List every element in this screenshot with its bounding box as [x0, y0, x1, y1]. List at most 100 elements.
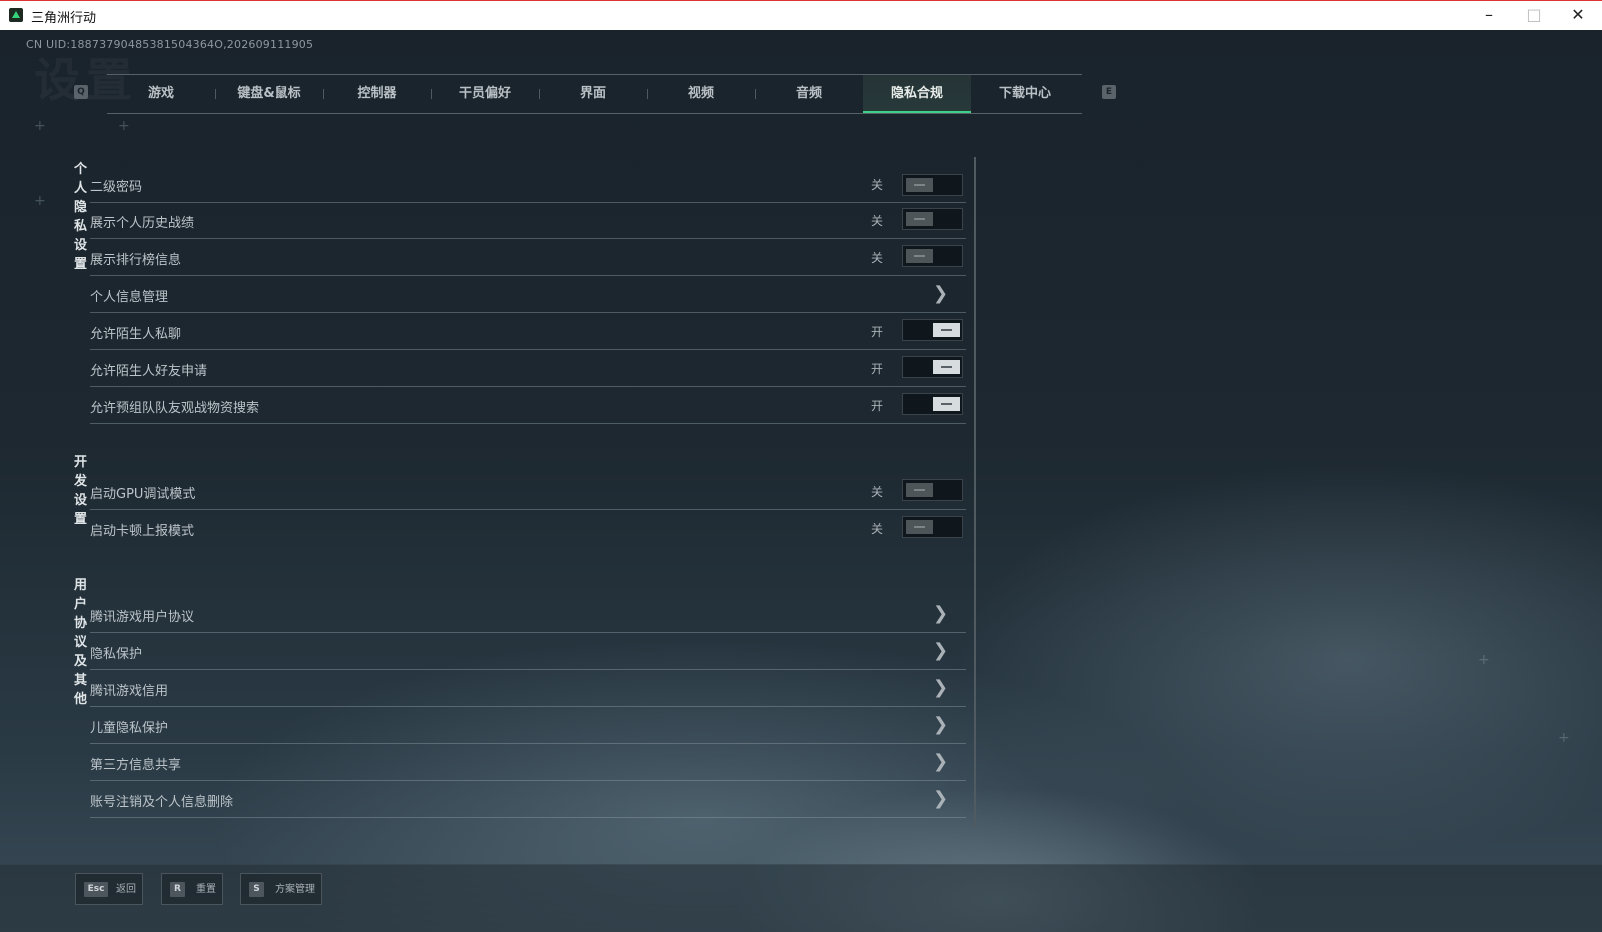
- tab-next-key[interactable]: E: [1102, 85, 1116, 99]
- toggle-knob: [906, 520, 933, 534]
- tab-prev-key[interactable]: Q: [74, 85, 88, 99]
- decor-cross-icon: +: [1558, 730, 1570, 746]
- setting-label: 腾讯游戏用户协议: [90, 610, 195, 625]
- toggle-switch[interactable]: [902, 174, 963, 196]
- minimize-button[interactable]: –: [1478, 5, 1500, 27]
- setting-label: 个人信息管理: [90, 290, 169, 305]
- toggle-switch[interactable]: [902, 319, 963, 341]
- toggle-state-label: 关: [871, 251, 884, 265]
- setting-label: 允许陌生人私聊: [90, 327, 182, 342]
- back-label: 返回: [116, 884, 136, 895]
- r-key-cap: R: [170, 882, 185, 897]
- chevron-right-icon: ❯: [933, 283, 949, 304]
- setting-label: 腾讯游戏信用: [90, 684, 169, 699]
- app-logo-icon: [9, 8, 23, 22]
- toggle-switch[interactable]: [902, 356, 963, 378]
- toggle-knob: [906, 178, 933, 192]
- settings-screen: 设置 CN UID:18873790485381504364Ο,20260911…: [0, 30, 1602, 932]
- setting-label: 儿童隐私保护: [90, 721, 169, 736]
- window-titlebar: 三角洲行动 – □ ✕: [0, 0, 1602, 30]
- toggle-switch[interactable]: [902, 393, 963, 415]
- decor-cross-icon: +: [34, 193, 46, 209]
- chevron-right-icon: ❯: [933, 640, 949, 661]
- section-title-dev: 开发设置: [74, 455, 88, 527]
- toggle-state-label: 关: [871, 178, 884, 192]
- link-row-user-agreement[interactable]: 腾讯游戏用户协议 ❯: [90, 596, 966, 633]
- maximize-button[interactable]: □: [1523, 5, 1545, 27]
- reset-label: 重置: [196, 884, 216, 895]
- toggle-state-label: 开: [871, 325, 884, 339]
- toggle-switch[interactable]: [902, 516, 963, 538]
- setting-label: 启动GPU调试模式: [90, 487, 196, 502]
- toggle-state-label: 开: [871, 399, 884, 413]
- setting-label: 二级密码: [90, 180, 143, 195]
- footer-bar: Esc 返回 R 重置 S 方案管理: [0, 864, 1602, 932]
- toggle-knob: [906, 249, 933, 263]
- setting-label: 展示个人历史战绩: [90, 216, 195, 231]
- s-key-cap: S: [249, 882, 264, 897]
- link-row-account-deletion[interactable]: 账号注销及个人信息删除 ❯: [90, 781, 966, 818]
- chevron-right-icon: ❯: [933, 751, 949, 772]
- chevron-right-icon: ❯: [933, 603, 949, 624]
- setting-label: 启动卡顿上报模式: [90, 524, 195, 539]
- scrollbar[interactable]: [974, 157, 976, 827]
- setting-row-leaderboard[interactable]: 展示排行榜信息 关: [90, 239, 966, 276]
- toggle-switch[interactable]: [902, 479, 963, 501]
- setting-row-history-record[interactable]: 展示个人历史战绩 关: [90, 202, 966, 239]
- setting-row-personal-info[interactable]: 个人信息管理 ❯: [90, 276, 966, 313]
- uid-label: CN UID:18873790485381504364Ο,20260911190…: [26, 38, 314, 51]
- link-row-third-party-sharing[interactable]: 第三方信息共享 ❯: [90, 744, 966, 781]
- toggle-knob: [933, 397, 960, 411]
- tab-controller[interactable]: 控制器: [323, 75, 431, 113]
- close-button[interactable]: ✕: [1567, 5, 1589, 27]
- chevron-right-icon: ❯: [933, 788, 949, 809]
- setting-label: 允许预组队队友观战物资搜索: [90, 401, 260, 416]
- tab-operator-preference[interactable]: 干员偏好: [431, 75, 539, 113]
- setting-row-team-spectate[interactable]: 允许预组队队友观战物资搜索 开: [90, 387, 966, 424]
- decor-cross-icon: +: [118, 118, 130, 134]
- toggle-knob: [906, 212, 933, 226]
- toggle-state-label: 关: [871, 214, 884, 228]
- setting-row-stranger-chat[interactable]: 允许陌生人私聊 开: [90, 313, 966, 350]
- setting-label: 展示排行榜信息: [90, 253, 182, 268]
- scheme-manage-label: 方案管理: [275, 884, 315, 895]
- setting-label: 隐私保护: [90, 647, 143, 662]
- setting-row-gpu-debug[interactable]: 启动GPU调试模式 关: [90, 473, 966, 510]
- toggle-switch[interactable]: [902, 245, 963, 267]
- toggle-state-label: 关: [871, 522, 884, 536]
- tab-video[interactable]: 视频: [647, 75, 755, 113]
- chevron-right-icon: ❯: [933, 677, 949, 698]
- setting-row-secondary-password[interactable]: 二级密码 关: [90, 172, 966, 203]
- window-title: 三角洲行动: [31, 11, 97, 26]
- settings-tabbar: 游戏 键盘&鼠标 控制器 干员偏好 界面 视频 音频 隐私合规 下载中心: [107, 74, 1082, 114]
- link-row-child-privacy[interactable]: 儿童隐私保护 ❯: [90, 707, 966, 744]
- setting-label: 允许陌生人好友申请: [90, 364, 208, 379]
- scheme-manage-button[interactable]: S 方案管理: [240, 873, 322, 905]
- toggle-switch[interactable]: [902, 208, 963, 230]
- toggle-knob: [933, 323, 960, 337]
- section-title-privacy: 个人隐私设置: [74, 162, 88, 272]
- decor-cross-icon: +: [1478, 652, 1490, 668]
- toggle-knob: [906, 483, 933, 497]
- esc-key-cap: Esc: [84, 882, 108, 897]
- tab-audio[interactable]: 音频: [755, 75, 863, 113]
- link-row-privacy-protection[interactable]: 隐私保护 ❯: [90, 633, 966, 670]
- tab-download-center[interactable]: 下载中心: [971, 75, 1079, 113]
- reset-button[interactable]: R 重置: [161, 873, 223, 905]
- tab-privacy-compliance[interactable]: 隐私合规: [863, 75, 971, 113]
- tab-keyboard-mouse[interactable]: 键盘&鼠标: [215, 75, 323, 113]
- chevron-right-icon: ❯: [933, 714, 949, 735]
- setting-label: 账号注销及个人信息删除: [90, 795, 234, 810]
- decor-cross-icon: +: [34, 118, 46, 134]
- setting-label: 第三方信息共享: [90, 758, 182, 773]
- setting-row-stranger-friend[interactable]: 允许陌生人好友申请 开: [90, 350, 966, 387]
- toggle-state-label: 开: [871, 362, 884, 376]
- section-title-agreements: 用户协议及其他: [74, 578, 88, 707]
- tab-game[interactable]: 游戏: [107, 75, 215, 113]
- tab-interface[interactable]: 界面: [539, 75, 647, 113]
- link-row-game-credit[interactable]: 腾讯游戏信用 ❯: [90, 670, 966, 707]
- back-button[interactable]: Esc 返回: [75, 873, 143, 905]
- toggle-state-label: 关: [871, 485, 884, 499]
- setting-row-stutter-report[interactable]: 启动卡顿上报模式 关: [90, 510, 966, 546]
- toggle-knob: [933, 360, 960, 374]
